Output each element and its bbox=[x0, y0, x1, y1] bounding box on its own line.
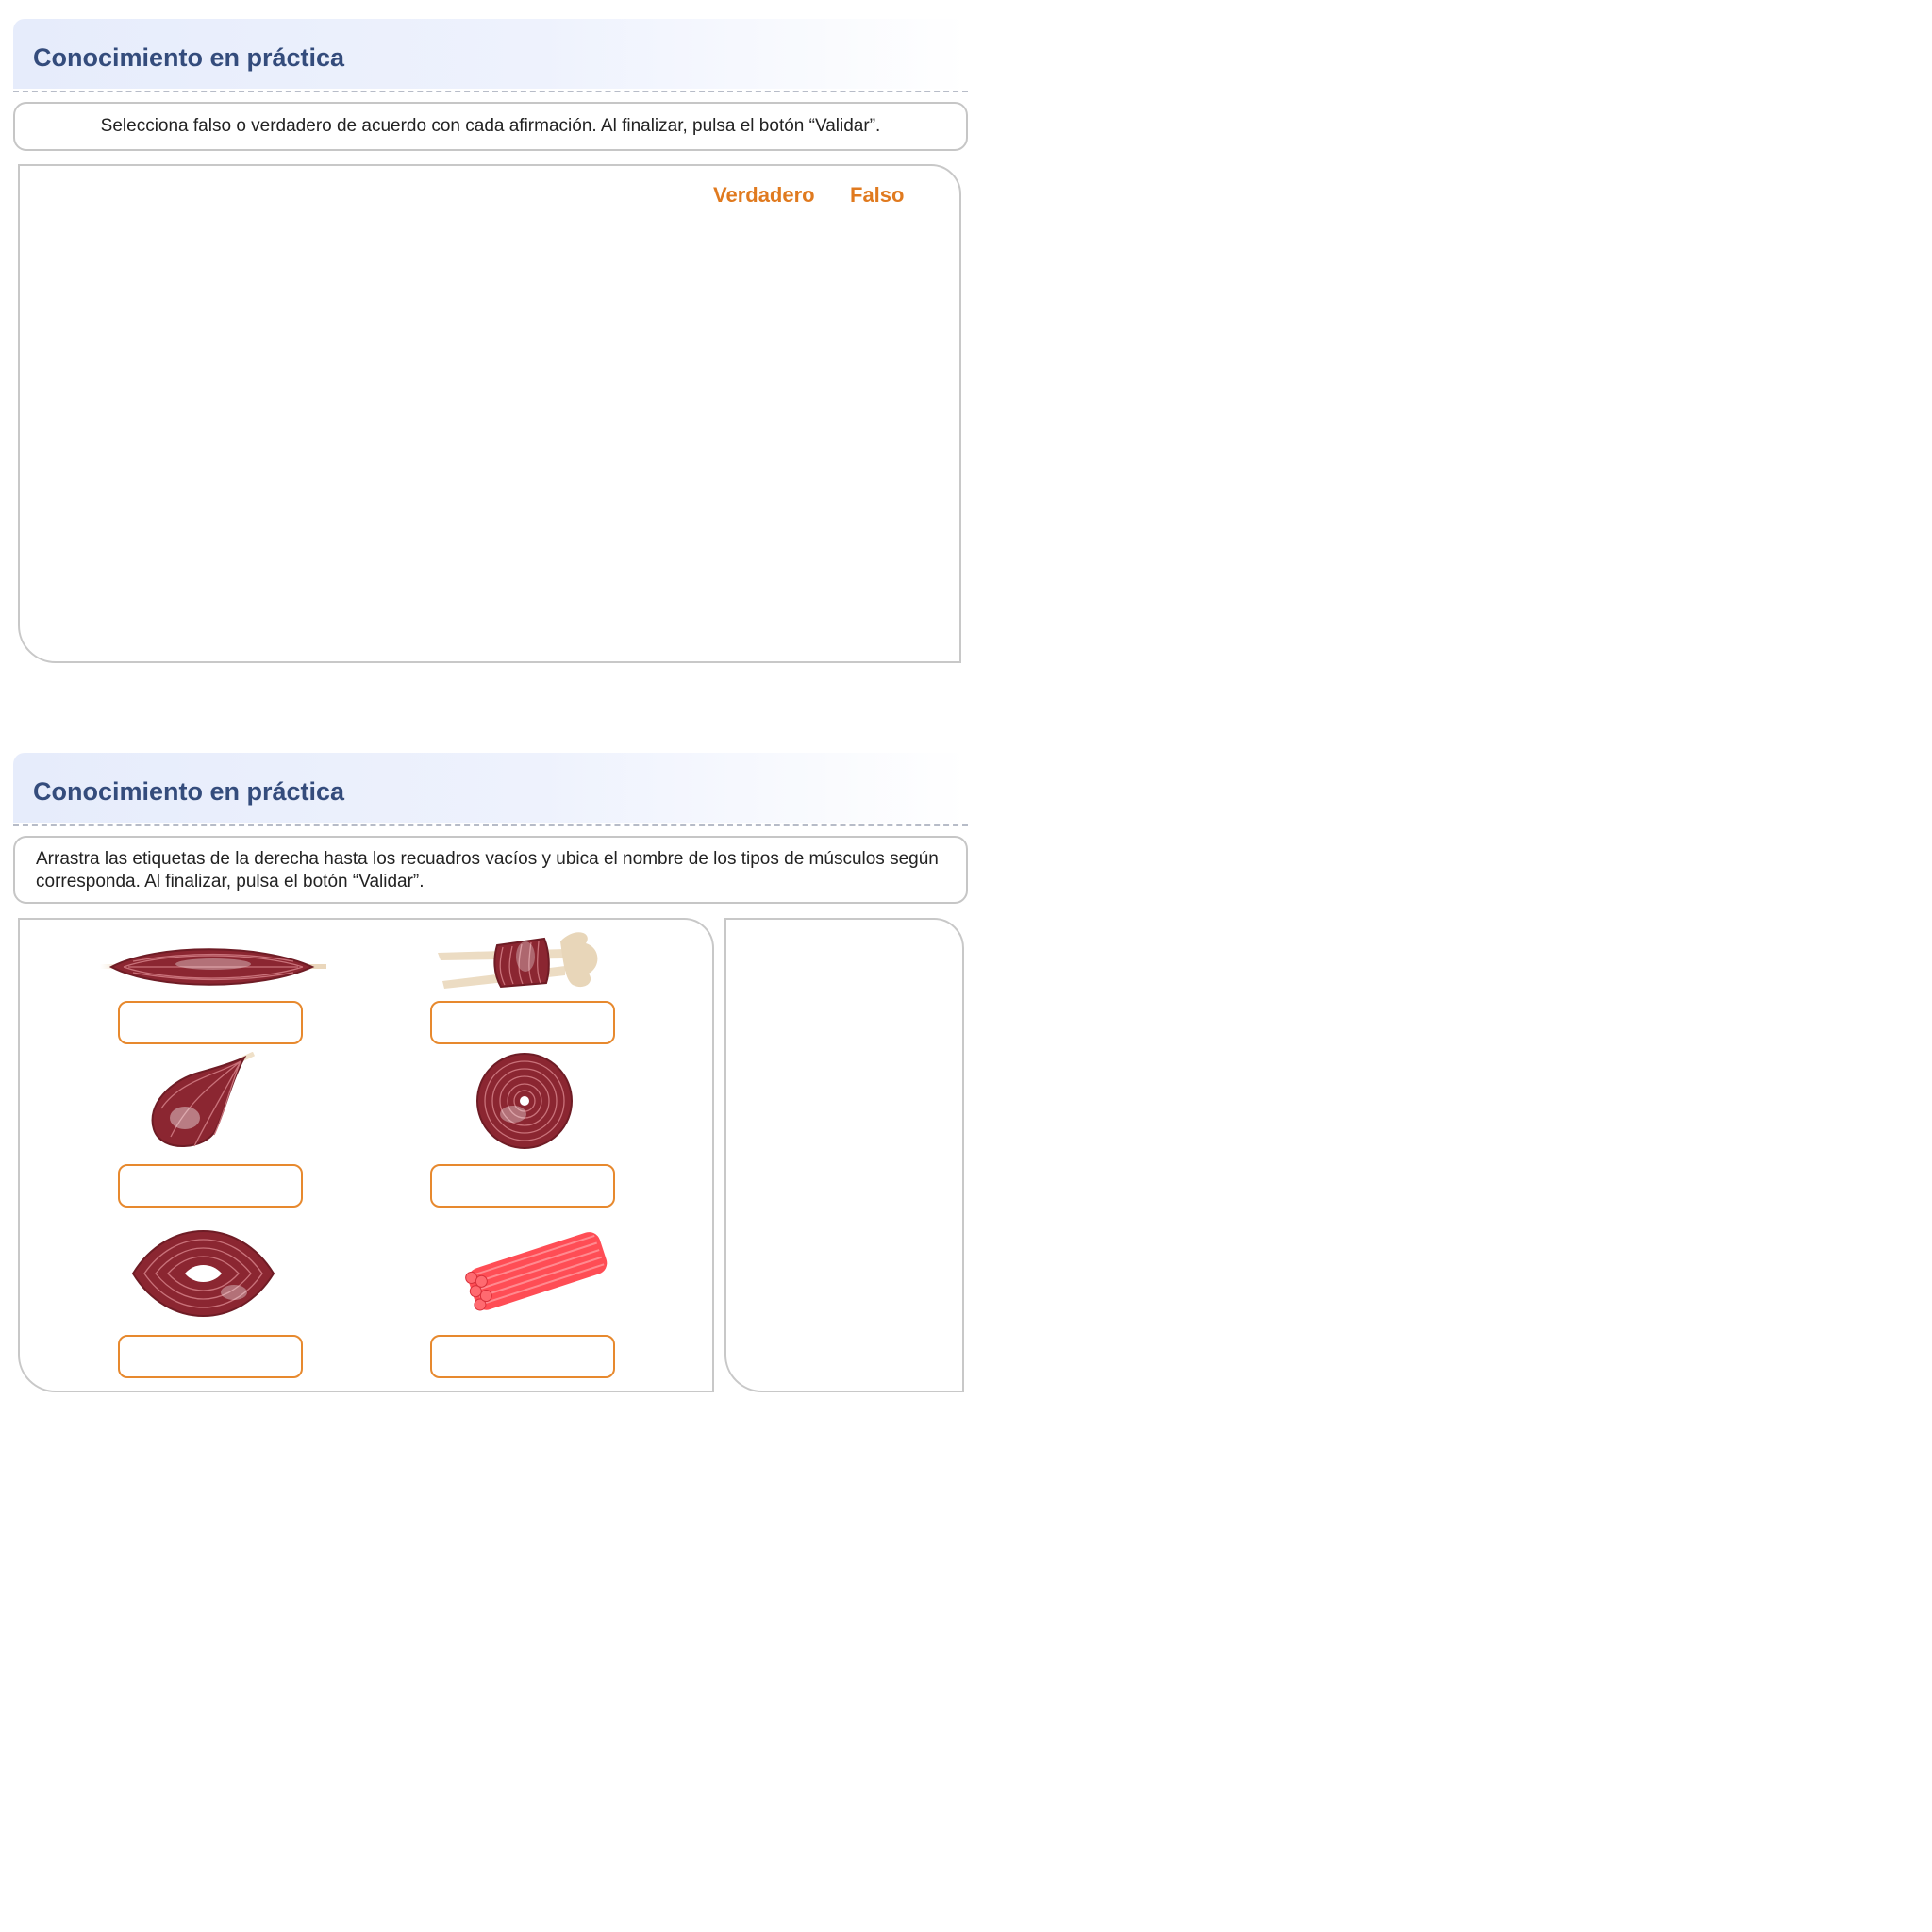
instruction-box: Arrastra las etiquetas de la derecha has… bbox=[13, 836, 968, 904]
drop-area-panel bbox=[18, 918, 714, 1392]
drop-box[interactable] bbox=[118, 1164, 303, 1208]
orbicular-muscle-icon bbox=[475, 1052, 574, 1155]
muscle-fiber-bundle-icon bbox=[456, 1229, 616, 1319]
column-label-false: Falso bbox=[850, 183, 905, 207]
true-false-panel: Verdadero Falso bbox=[18, 164, 961, 663]
quadrilateral-muscle-icon bbox=[433, 924, 603, 1005]
drop-box[interactable] bbox=[118, 1001, 303, 1044]
label-bank-panel bbox=[724, 918, 964, 1392]
instruction-text: Selecciona falso o verdadero de acuerdo … bbox=[100, 116, 881, 136]
column-label-true: Verdadero bbox=[713, 183, 815, 207]
header-divider bbox=[13, 824, 968, 826]
instruction-box: Selecciona falso o verdadero de acuerdo … bbox=[13, 102, 968, 151]
activity-drag-drop: Conocimiento en práctica Arrastra las et… bbox=[13, 753, 968, 1392]
drop-box[interactable] bbox=[430, 1164, 615, 1208]
activity-title: Conocimiento en práctica bbox=[33, 777, 345, 806]
activity-header: Conocimiento en práctica bbox=[13, 753, 968, 823]
drop-box[interactable] bbox=[118, 1335, 303, 1378]
orbicular-eye-muscle-icon bbox=[130, 1226, 276, 1325]
activity-true-false: Conocimiento en práctica Selecciona fals… bbox=[13, 19, 968, 663]
drop-box[interactable] bbox=[430, 1335, 615, 1378]
pyriform-muscle-icon bbox=[142, 1051, 265, 1160]
instruction-text: Arrastra las etiquetas de la derecha has… bbox=[36, 849, 939, 891]
drop-box[interactable] bbox=[430, 1001, 615, 1044]
fusiform-muscle-icon bbox=[100, 939, 326, 1000]
activity-header: Conocimiento en práctica bbox=[13, 19, 968, 89]
activity-title: Conocimiento en práctica bbox=[33, 43, 345, 72]
header-divider bbox=[13, 91, 968, 92]
